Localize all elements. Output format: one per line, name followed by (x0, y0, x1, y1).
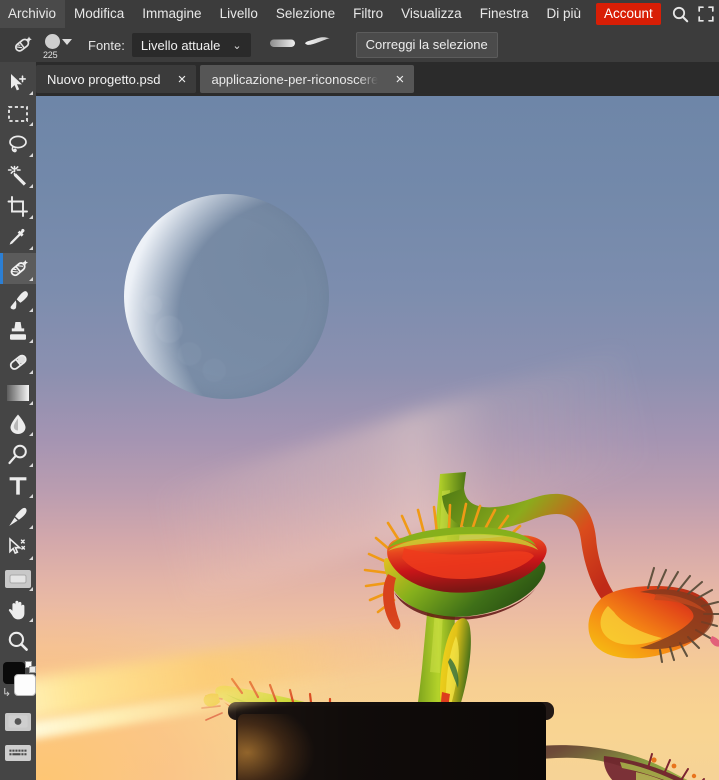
brush-tool[interactable] (0, 284, 36, 315)
refine-selection-button[interactable]: Correggi la selezione (355, 32, 498, 58)
image-canvas[interactable] (36, 96, 719, 780)
rectangular-select-tool[interactable] (0, 98, 36, 129)
source-select-value: Livello attuale (140, 37, 221, 53)
dodge-tool[interactable] (0, 439, 36, 470)
pen-tool[interactable] (0, 501, 36, 532)
menu-visualizza[interactable]: Visualizza (392, 0, 471, 28)
tool-more-indicator (29, 432, 33, 436)
lasso-tool[interactable] (0, 129, 36, 160)
brush-shape-previews (269, 36, 332, 55)
tool-more-indicator (29, 339, 33, 343)
menu-livello[interactable]: Livello (211, 0, 267, 28)
swap-arrow-icon[interactable]: ↳ (2, 686, 11, 699)
photo-editor-window: Archivio Modifica Immagine Livello Selez… (0, 0, 719, 780)
gradient-tool[interactable] (0, 377, 36, 408)
menu-modifica[interactable]: Modifica (65, 0, 133, 28)
menu-immagine[interactable]: Immagine (133, 0, 210, 28)
tool-more-indicator (29, 463, 33, 467)
source-select[interactable]: Livello attuale ⌄ (131, 33, 251, 57)
close-icon[interactable]: × (391, 71, 408, 88)
tool-more-indicator (29, 308, 33, 312)
eraser-tool[interactable] (0, 346, 36, 377)
source-label: Fonte: (88, 37, 125, 53)
background-color-swatch[interactable] (14, 674, 36, 696)
menu-finestra[interactable]: Finestra (471, 0, 538, 28)
tool-more-indicator (29, 618, 33, 622)
tool-more-indicator (29, 494, 33, 498)
close-icon[interactable]: × (173, 71, 190, 88)
menu-di-piu[interactable]: Di più (537, 0, 590, 28)
tab-nuovo-progetto[interactable]: Nuovo progetto.psd × (36, 65, 197, 93)
color-swatches[interactable]: ↳ (0, 660, 36, 704)
move-tool[interactable] (0, 67, 36, 98)
text-tool[interactable] (0, 470, 36, 501)
path-select-tool[interactable] (0, 532, 36, 563)
crop-tool[interactable] (0, 191, 36, 222)
menu-selezione[interactable]: Selezione (267, 0, 344, 28)
zoom-tool[interactable] (0, 625, 36, 656)
keyboard-icon (5, 744, 31, 761)
camera-icon (5, 712, 31, 731)
stamp-tool[interactable] (0, 315, 36, 346)
tool-more-indicator (29, 370, 33, 374)
patch-tool-icon (8, 31, 36, 59)
hand-tool[interactable] (0, 594, 36, 625)
keyboard-shortcuts-button[interactable] (0, 737, 36, 768)
tool-options-bar: 225 Fonte: Livello attuale ⌄ Correggi la… (0, 28, 719, 62)
search-icon[interactable] (667, 0, 693, 28)
brush-size-picker[interactable]: 225 (42, 30, 76, 60)
menu-archivio[interactable]: Archivio (0, 0, 66, 28)
tool-more-indicator (29, 246, 33, 250)
account-button[interactable]: Account (596, 3, 661, 25)
eyedropper-tool[interactable] (0, 222, 36, 253)
rectangle-shape-icon (5, 569, 31, 588)
tool-more-indicator (29, 587, 33, 591)
tool-more-indicator (29, 153, 33, 157)
tab-title: Nuovo progetto.psd (47, 71, 161, 87)
tool-more-indicator (29, 401, 33, 405)
tab-title: applicazione-per-riconoscere (211, 71, 379, 87)
brush-taper-icon[interactable] (304, 36, 332, 55)
blur-tool[interactable] (0, 408, 36, 439)
brush-round-icon[interactable] (269, 36, 297, 55)
tab-applicazione-per-riconoscere[interactable]: applicazione-per-riconoscere × (200, 65, 415, 93)
menu-filtro[interactable]: Filtro (344, 0, 392, 28)
tool-more-indicator (29, 525, 33, 529)
brush-size-value: 225 (43, 50, 58, 60)
patch-tool[interactable] (0, 253, 36, 284)
brush-size-preview (45, 34, 60, 49)
pot-shading (236, 702, 546, 780)
tool-more-indicator (29, 91, 33, 95)
tool-more-indicator (29, 215, 33, 219)
swatch-mini-gray (29, 666, 36, 673)
tab-strip: Nuovo progetto.psd × applicazione-per-ri… (36, 62, 415, 96)
chevron-down-icon (62, 39, 72, 45)
chevron-down-icon: ⌄ (232, 39, 242, 52)
tool-more-indicator (29, 184, 33, 188)
tool-more-indicator (29, 277, 33, 281)
right-trap (588, 566, 719, 664)
tool-more-indicator (29, 556, 33, 560)
shape-tool[interactable] (0, 563, 36, 594)
magic-wand-tool[interactable] (0, 160, 36, 191)
menu-bar: Archivio Modifica Immagine Livello Selez… (0, 0, 719, 28)
document-tab-bar: Nuovo progetto.psd × applicazione-per-ri… (0, 62, 719, 96)
screenshot-button[interactable] (0, 706, 36, 737)
tool-sidebar: ↳ (0, 62, 36, 780)
fullscreen-icon[interactable] (693, 0, 719, 28)
tool-more-indicator (29, 122, 33, 126)
